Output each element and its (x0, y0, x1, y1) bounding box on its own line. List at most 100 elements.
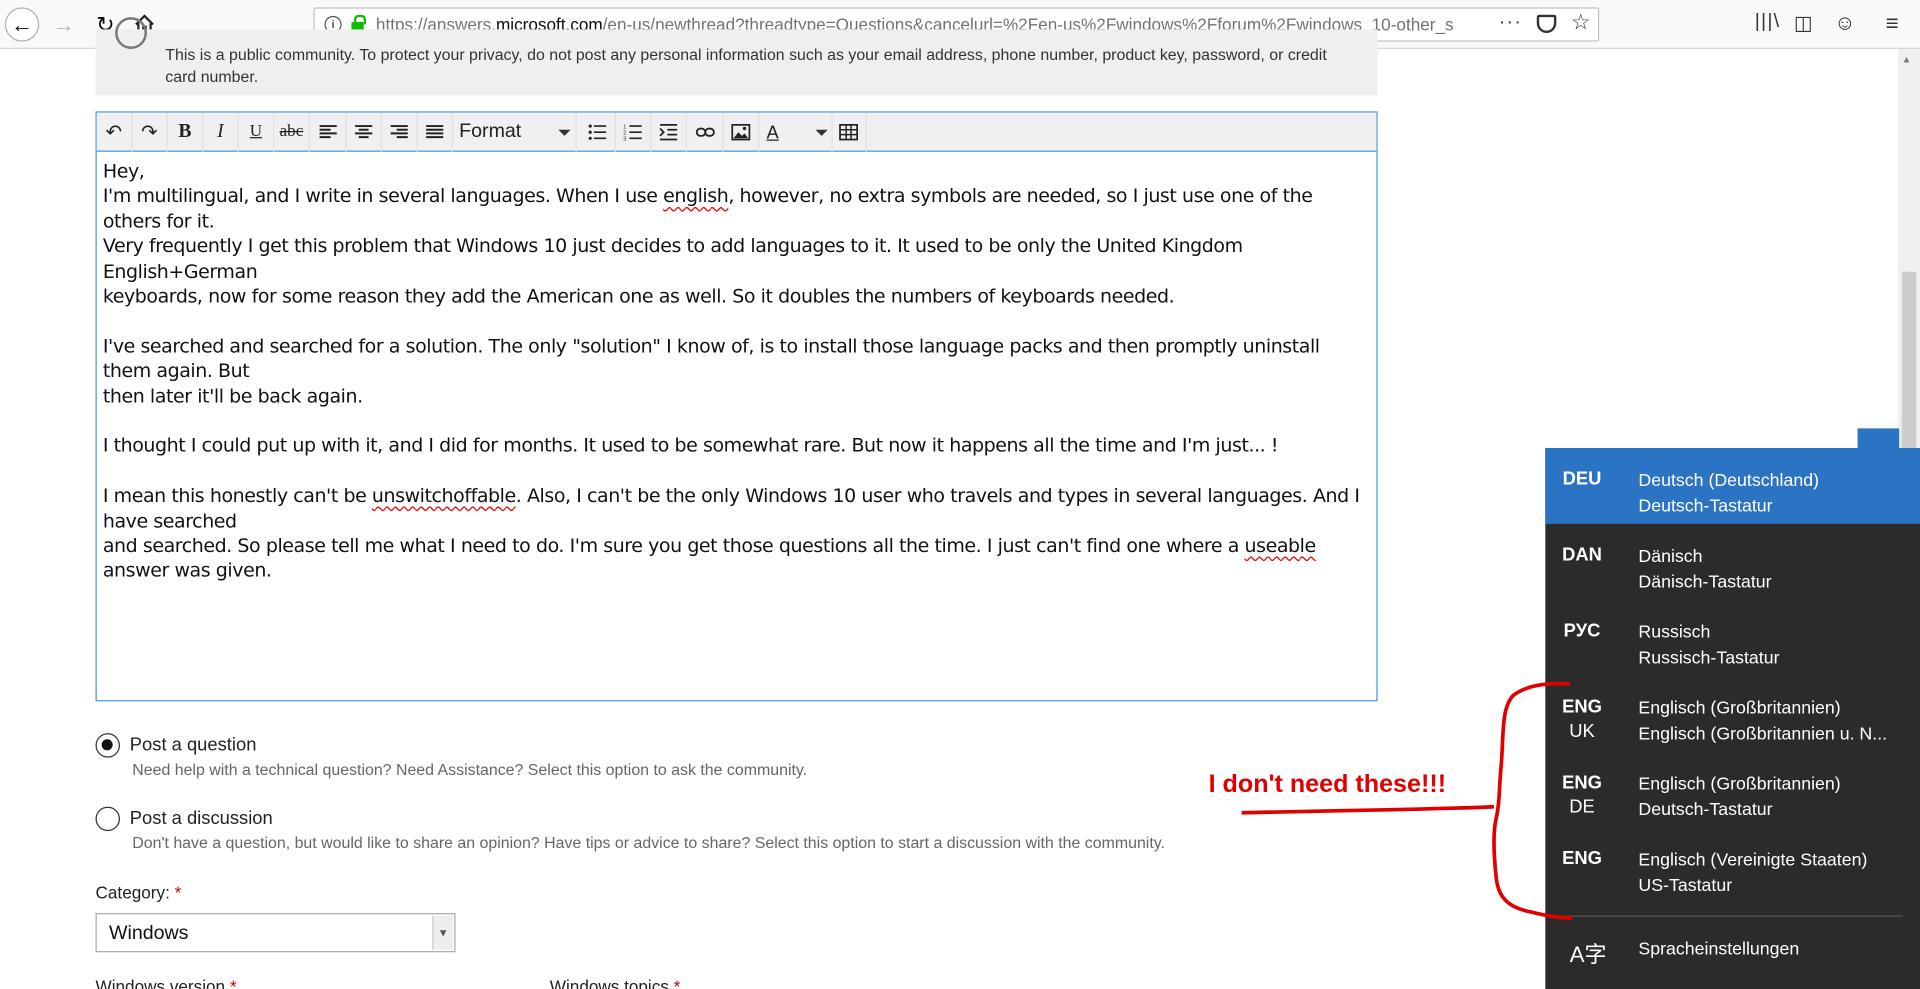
page-actions-icon[interactable]: ··· (1499, 12, 1522, 34)
windows-version-label: Windows version * (95, 976, 237, 989)
image-button[interactable] (724, 112, 760, 152)
category-select[interactable]: Windows ▼ (95, 913, 456, 953)
sidebar-icon[interactable]: ◫ (1794, 11, 1813, 35)
language-name: Deutsch (Deutschland) Deutsch-Tastatur (1638, 469, 1819, 519)
menu-icon[interactable]: ≡ (1886, 11, 1899, 37)
text-color-dropdown[interactable]: A (759, 112, 833, 152)
numbered-list-icon: 123 (623, 125, 642, 141)
link-icon (695, 127, 715, 137)
post-question-label[interactable]: Post a question (130, 734, 257, 755)
editor-content[interactable]: Hey, I'm multilingual, and I write in se… (97, 152, 1377, 591)
redo-icon: ↷ (141, 122, 158, 144)
back-arrow-icon: ← (11, 11, 34, 37)
redo-button[interactable]: ↷ (132, 112, 168, 152)
image-icon (731, 123, 751, 141)
italic-button[interactable]: I (203, 112, 239, 152)
language-name: Englisch (Großbritannien) Englisch (Großb… (1638, 696, 1887, 746)
italic-icon: I (217, 121, 224, 142)
undo-button[interactable]: ↶ (97, 112, 133, 152)
language-item[interactable]: DAN Dänisch Dänisch-Tastatur (1545, 524, 1920, 600)
bold-icon: B (178, 121, 192, 142)
strikethrough-icon: abc (279, 122, 304, 141)
language-name: Englisch (Vereinigte Staaten) US-Tastatur (1638, 848, 1867, 898)
paragraph: Very frequently I get this problem that … (102, 235, 1243, 283)
keyboard-layout: Dänisch-Tastatur (1638, 572, 1772, 592)
keyboard-layout: Deutsch-Tastatur (1638, 496, 1773, 517)
post-question-radio[interactable] (95, 733, 121, 758)
svg-text:3: 3 (623, 137, 626, 141)
indent-button[interactable] (651, 112, 687, 152)
svg-text:1: 1 (623, 125, 626, 131)
align-center-button[interactable] (347, 112, 383, 152)
numbered-list-button[interactable]: 123 (616, 112, 652, 152)
account-icon[interactable]: ☺ (1834, 11, 1855, 35)
library-icon[interactable]: |||\ (1755, 11, 1781, 33)
align-left-button[interactable] (311, 112, 347, 152)
underline-button[interactable]: U (239, 112, 275, 152)
align-right-button[interactable] (382, 112, 418, 152)
indent-icon (659, 123, 678, 141)
paragraph: I mean this honestly can't be unswitchof… (102, 484, 1360, 533)
post-editor: ↶ ↷ B I U abc Format 123 A Hey, I'm mult… (95, 111, 1378, 702)
editor-toolbar: ↶ ↷ B I U abc Format 123 A (96, 112, 1377, 152)
align-left-icon (319, 125, 337, 139)
table-button[interactable] (831, 112, 867, 152)
paragraph: I'm multilingual, and I write in several… (102, 185, 1313, 233)
input-language-flyout: ENG Englisch (Vereinigte Staaten) US-Tasta… (1545, 447, 1920, 989)
language-item[interactable]: ENG Englisch (Vereinigte Staaten) US-Tasta… (1545, 827, 1920, 903)
paragraph: keyboards, now for some reason they add … (102, 285, 1175, 308)
info-circle-icon (115, 17, 147, 49)
link-button[interactable] (688, 112, 724, 152)
language-item[interactable]: ENG DE Englisch (Großbritannien) Deutsch-Ta… (1545, 752, 1920, 828)
format-dropdown[interactable]: Format (454, 112, 577, 152)
language-settings-icon: A字 (1569, 942, 1607, 967)
post-discussion-label[interactable]: Post a discussion (130, 808, 273, 829)
category-value: Windows (108, 922, 189, 944)
back-button[interactable]: ← (4, 7, 40, 42)
forward-arrow-icon: → (52, 11, 75, 37)
format-label: Format (459, 121, 522, 142)
underline-icon: U (249, 122, 263, 141)
table-icon (839, 123, 859, 141)
language-code: ENG UK (1562, 696, 1602, 742)
paragraph: and searched. So please tell me what I n… (102, 534, 1316, 582)
language-item[interactable]: ENG UK Englisch (Großbritannien) Englisch (… (1545, 676, 1920, 752)
keyboard-layout: Englisch (Großbritannien u. N... (1638, 724, 1888, 744)
bold-button[interactable]: B (168, 112, 204, 152)
chevron-down-icon[interactable]: ▼ (432, 915, 454, 950)
chat-button-edge (1857, 428, 1900, 448)
language-code: ENG (1562, 848, 1602, 870)
bullet-list-button[interactable] (580, 112, 616, 152)
language-settings-label: Spracheinstellungen (1638, 940, 1800, 960)
justify-button[interactable] (418, 112, 454, 152)
pocket-icon[interactable] (1536, 14, 1557, 34)
language-item[interactable]: РУС Russisch Russisch-Tastatur (1545, 600, 1920, 676)
forward-button[interactable]: → (47, 7, 81, 41)
language-code: DAN (1562, 544, 1602, 566)
strikethrough-button[interactable]: abc (274, 112, 310, 152)
paragraph: I thought I could put up with it, and I … (102, 435, 1279, 458)
keyboard-layout: Russisch-Tastatur (1638, 648, 1780, 668)
notice-line-1: This is a public community. To protect y… (165, 45, 1327, 64)
annotation-text: I don't need these!!! (1208, 769, 1447, 799)
paragraph: I've searched and searched for a solutio… (102, 335, 1320, 383)
keyboard-layout: Deutsch-Tastatur (1638, 799, 1773, 820)
bookmark-star-icon[interactable]: ☆ (1571, 10, 1591, 36)
justify-icon (426, 125, 444, 139)
undo-icon: ↶ (105, 122, 123, 144)
bullet-list-icon (588, 124, 607, 140)
language-item[interactable]: DEU Deutsch (Deutschland) Deutsch-Tastatur (1545, 447, 1920, 524)
svg-text:2: 2 (623, 131, 626, 137)
misspelled-word: english (663, 185, 729, 208)
chevron-down-icon (815, 129, 828, 136)
language-code: РУС (1563, 620, 1601, 642)
chevron-down-icon (557, 129, 571, 136)
language-code: DEU (1562, 468, 1602, 490)
post-question-description: Need help with a technical question? Nee… (132, 760, 808, 779)
scroll-up-icon[interactable]: ▲ (1902, 54, 1912, 65)
post-discussion-radio[interactable] (95, 806, 121, 832)
language-code: ENG DE (1562, 772, 1602, 818)
language-settings-link[interactable]: A字 Spracheinstellungen (1545, 918, 1920, 989)
